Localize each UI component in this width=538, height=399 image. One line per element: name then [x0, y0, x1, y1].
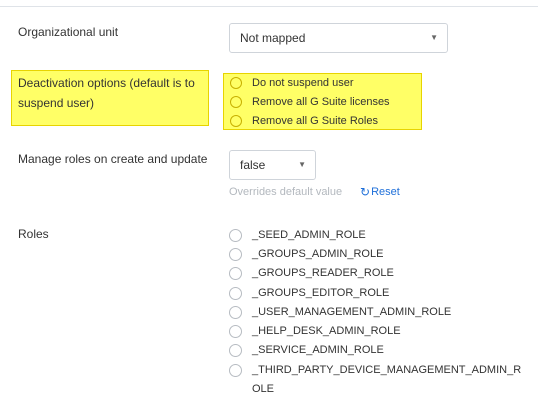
- role-label: _HELP_DESK_ADMIN_ROLE: [252, 325, 401, 337]
- role-item[interactable]: _USER_MANAGEMENT_ADMIN_ROLE: [229, 303, 451, 321]
- radio-icon[interactable]: [229, 228, 242, 242]
- role-label: _GROUPS_EDITOR_ROLE: [252, 287, 390, 299]
- radio-icon[interactable]: [230, 96, 242, 108]
- role-item[interactable]: _GROUPS_ADMIN_ROLE: [229, 245, 383, 263]
- deactivation-label-highlight: Deactivation options (default is to susp…: [11, 70, 209, 126]
- reset-label: Reset: [371, 186, 400, 198]
- radio-icon[interactable]: [229, 305, 242, 319]
- role-label: _SEED_ADMIN_ROLE: [252, 229, 366, 241]
- deactivation-option-label: Remove all G Suite licenses: [252, 96, 390, 108]
- role-item[interactable]: _GROUPS_READER_ROLE: [229, 264, 394, 282]
- deactivation-option-label: Remove all G Suite Roles: [252, 115, 378, 127]
- radio-icon[interactable]: [229, 266, 242, 280]
- role-item[interactable]: _SEED_ADMIN_ROLE: [229, 226, 366, 244]
- radio-icon[interactable]: [230, 77, 242, 89]
- role-item[interactable]: _GROUPS_EDITOR_ROLE: [229, 284, 389, 302]
- deactivation-option-label: Do not suspend user: [252, 77, 354, 89]
- role-label: _USER_MANAGEMENT_ADMIN_ROLE: [252, 306, 452, 318]
- manage-roles-select[interactable]: false ▼: [229, 150, 316, 180]
- role-item[interactable]: _HELP_DESK_ADMIN_ROLE: [229, 322, 401, 340]
- reset-button[interactable]: ↻ Reset: [360, 185, 400, 199]
- deactivation-label: Deactivation options (default is to susp…: [18, 76, 195, 110]
- reset-icon: ↻: [360, 185, 371, 199]
- radio-icon[interactable]: [229, 343, 242, 357]
- role-label: _GROUPS_READER_ROLE: [252, 267, 394, 279]
- chevron-down-icon: ▼: [430, 33, 438, 42]
- radio-icon[interactable]: [229, 364, 242, 377]
- deactivation-option[interactable]: Remove all G Suite licenses: [230, 93, 390, 111]
- radio-icon[interactable]: [229, 286, 242, 300]
- manage-roles-value: false: [240, 158, 266, 172]
- radio-icon[interactable]: [230, 115, 242, 127]
- role-label: _GROUPS_ADMIN_ROLE: [252, 248, 384, 260]
- deactivation-options-highlight: Do not suspend user Remove all G Suite l…: [223, 73, 422, 130]
- role-label: _SERVICE_ADMIN_ROLE: [252, 344, 384, 356]
- role-item[interactable]: _SERVICE_ADMIN_ROLE: [229, 341, 384, 359]
- roles-label: Roles: [18, 227, 49, 241]
- chevron-down-icon: ▼: [298, 160, 306, 169]
- org-unit-value: Not mapped: [240, 31, 306, 45]
- manage-roles-label: Manage roles on create and update: [18, 152, 208, 166]
- org-unit-select[interactable]: Not mapped ▼: [229, 23, 448, 53]
- radio-icon[interactable]: [229, 247, 242, 261]
- deactivation-option[interactable]: Remove all G Suite Roles: [230, 112, 378, 130]
- role-label: _THIRD_PARTY_DEVICE_MANAGEMENT_ADMIN_ROL…: [252, 364, 522, 395]
- org-unit-label: Organizational unit: [18, 25, 119, 39]
- radio-icon[interactable]: [229, 324, 242, 338]
- overrides-hint: Overrides default value: [229, 186, 343, 198]
- deactivation-option[interactable]: Do not suspend user: [230, 74, 354, 92]
- top-divider: [0, 6, 538, 7]
